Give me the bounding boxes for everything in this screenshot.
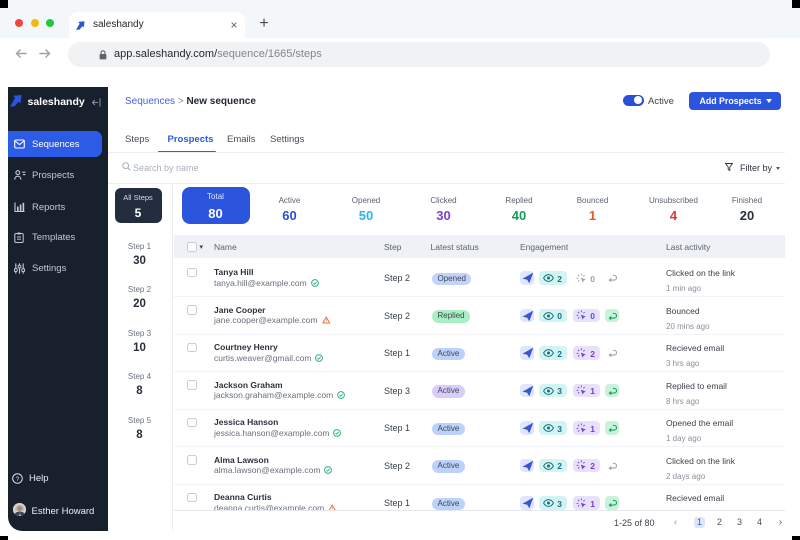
svg-text:?: ? xyxy=(16,475,20,482)
